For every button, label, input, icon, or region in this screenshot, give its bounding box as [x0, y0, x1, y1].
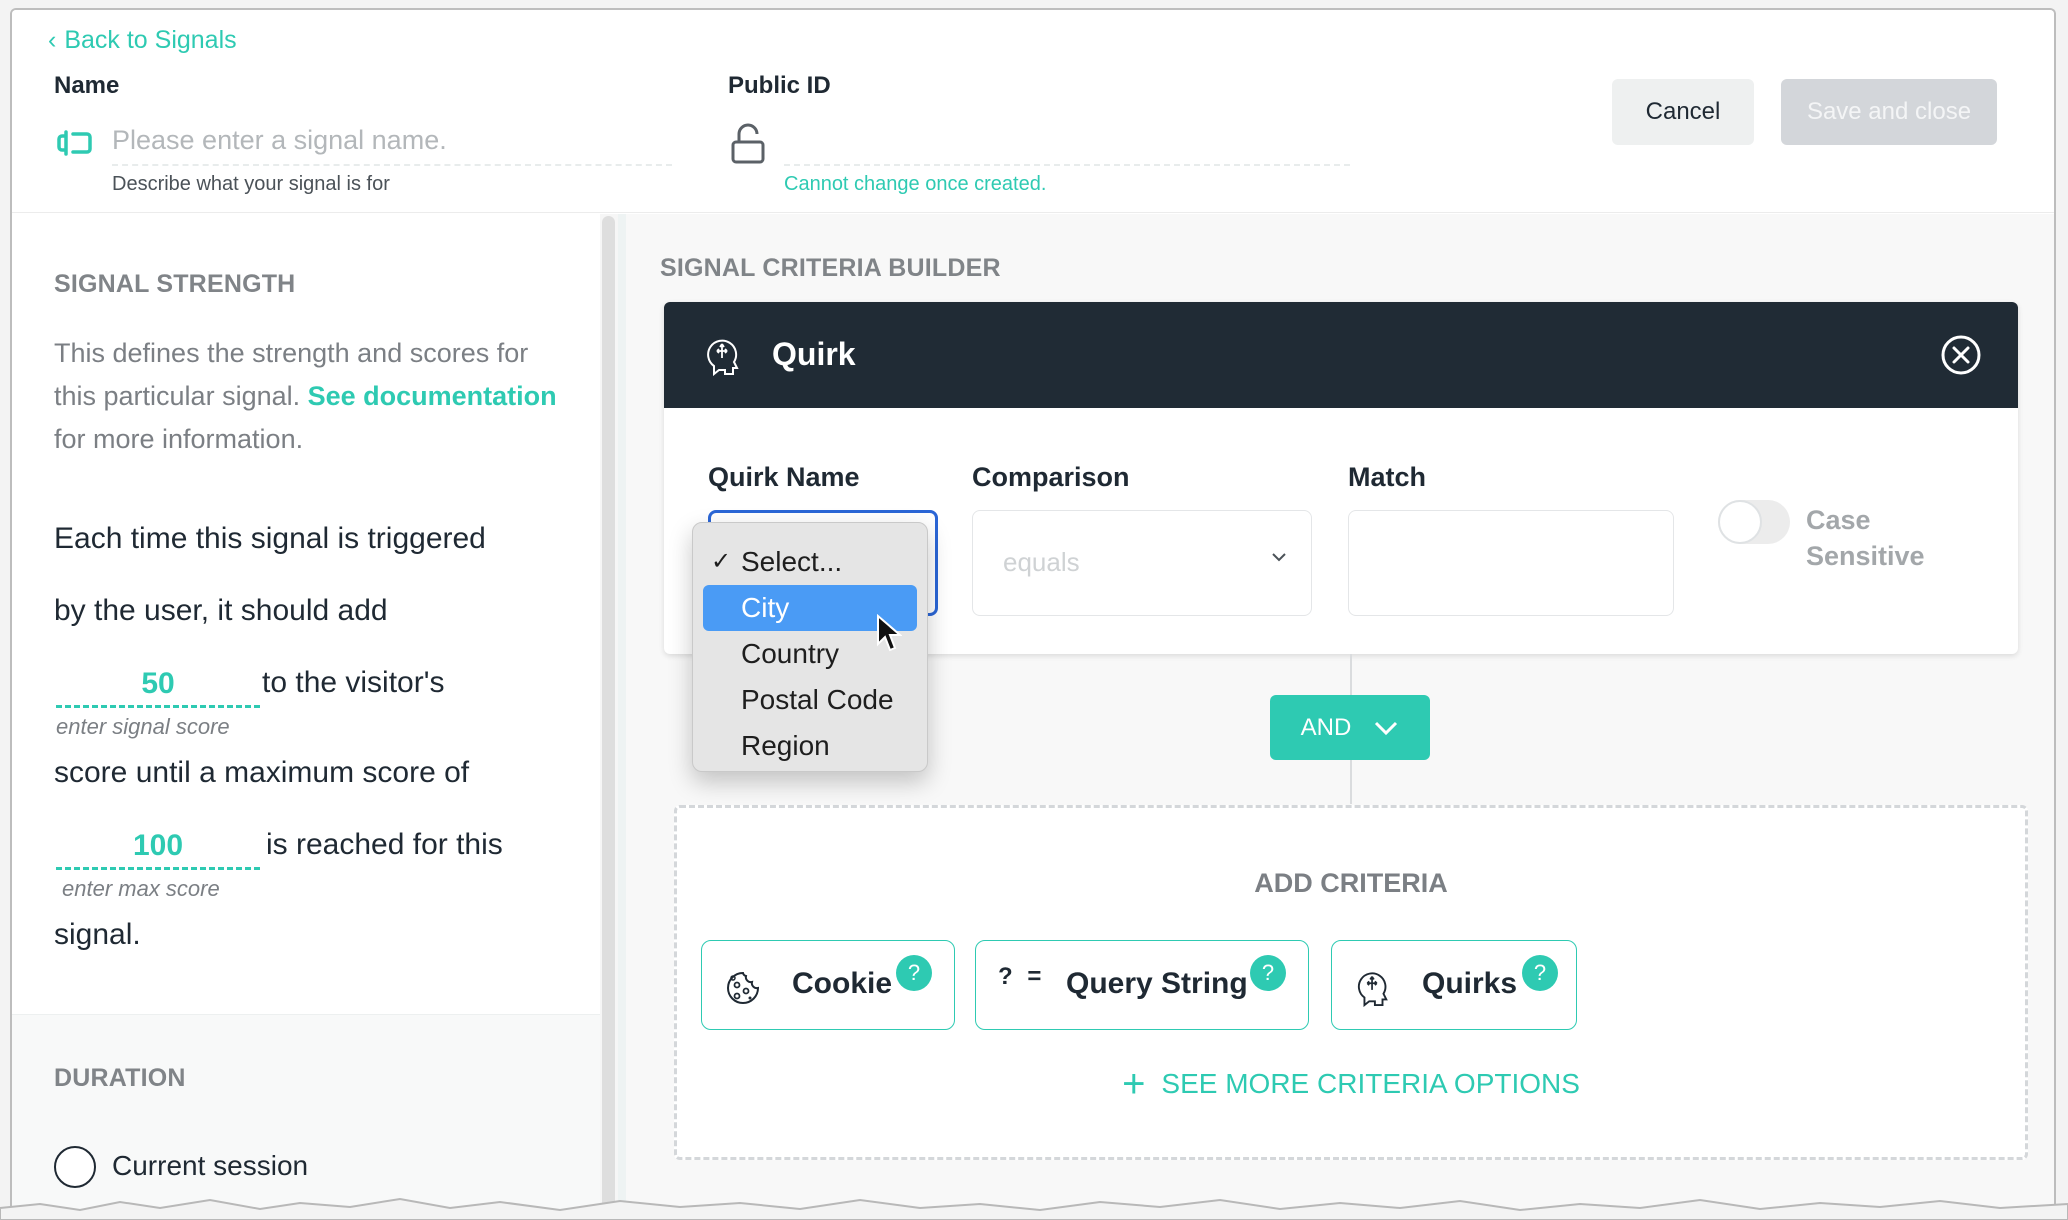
sentence-line-4: score until a maximum score of — [54, 756, 470, 789]
option-label: Country — [741, 638, 840, 669]
panel-divider — [618, 214, 626, 1220]
duration-title: DURATION — [54, 1064, 186, 1092]
editor-header: ‹ Back to Signals Name Describe what you… — [12, 10, 2054, 213]
add-query-string-criteria-button[interactable]: ? = Query String ? — [975, 940, 1309, 1030]
comparison-select[interactable]: equals — [972, 510, 1312, 616]
scrollbar-thumb[interactable] — [602, 216, 615, 1216]
cancel-button[interactable]: Cancel — [1612, 79, 1754, 145]
current-session-label: Current session — [112, 1150, 309, 1181]
cookie-label: Cookie — [792, 967, 893, 1000]
option-label: Select... — [741, 546, 843, 577]
signal-strength-title: SIGNAL STRENGTH — [54, 270, 296, 298]
duration-section — [12, 1014, 600, 1220]
signal-name-input[interactable] — [112, 116, 672, 166]
current-session-radio[interactable] — [54, 1146, 96, 1188]
option-label: Postal Code — [741, 684, 894, 715]
sentence-after-score: to the visitor's — [262, 666, 445, 699]
match-label: Match — [1348, 462, 1427, 492]
torn-edge-decoration — [0, 1197, 2068, 1220]
option-label: Region — [741, 730, 830, 761]
signal-score-caption: enter signal score — [56, 714, 230, 739]
dropdown-option[interactable]: Postal Code — [703, 677, 917, 723]
signal-strength-description: This defines the strength and scores for… — [54, 332, 574, 461]
quirk-card-title: Quirk — [772, 336, 856, 372]
dropdown-option[interactable]: ✓ Select... — [703, 539, 917, 585]
close-circle-icon[interactable] — [1940, 334, 1982, 376]
sentence-line-6: signal. — [54, 918, 141, 951]
signal-tag-icon — [57, 130, 92, 156]
quirk-card-header: Quirk — [664, 302, 2018, 408]
quirk-head-icon — [707, 339, 739, 376]
checkmark-icon: ✓ — [711, 548, 732, 575]
public-id-help-text: Cannot change once created. — [784, 173, 1047, 195]
signal-editor-window: ‹ Back to Signals Name Describe what you… — [10, 8, 2056, 1220]
and-label: AND — [1300, 713, 1352, 741]
add-quirks-criteria-button[interactable]: Quirks ? — [1331, 940, 1577, 1030]
option-label: City — [741, 592, 790, 623]
help-icon[interactable]: ? — [1250, 955, 1286, 991]
quirk-name-label: Quirk Name — [708, 462, 860, 492]
add-criteria-box: ADD CRITERIA Cookie ? ? = Query String ? — [674, 805, 2028, 1160]
desc-suffix: for more information. — [54, 424, 304, 454]
and-operator-button[interactable]: AND — [1270, 695, 1430, 760]
save-and-close-button[interactable]: Save and close — [1781, 79, 1997, 145]
help-icon[interactable]: ? — [896, 955, 932, 991]
plus-icon: + — [1122, 1062, 1146, 1106]
add-criteria-title: ADD CRITERIA — [1254, 868, 1448, 898]
name-label: Name — [54, 72, 120, 99]
dropdown-option[interactable]: Region — [703, 723, 917, 769]
documentation-link[interactable]: See documentation — [308, 381, 557, 411]
unlock-icon[interactable] — [730, 122, 766, 166]
back-link-label: Back to Signals — [64, 26, 237, 54]
case-sensitive-label: Case Sensitive — [1806, 505, 1925, 571]
signal-score-input[interactable] — [56, 662, 260, 708]
help-icon[interactable]: ? — [1522, 955, 1558, 991]
query-string-label: Query String — [1066, 967, 1248, 1000]
chevron-down-icon — [1375, 721, 1398, 735]
query-string-icon: ? = — [998, 963, 1046, 990]
criteria-builder-title: SIGNAL CRITERIA BUILDER — [660, 254, 1001, 282]
public-id-label: Public ID — [728, 72, 831, 99]
match-input[interactable] — [1348, 510, 1674, 616]
chevron-down-icon — [1272, 553, 1286, 562]
case-sensitive-toggle[interactable] — [1718, 500, 1790, 544]
chevron-left-icon: ‹ — [48, 26, 57, 54]
add-cookie-criteria-button[interactable]: Cookie ? — [701, 940, 955, 1030]
quirk-head-icon — [1357, 972, 1388, 1007]
sentence-line-2: by the user, it should add — [54, 594, 388, 627]
cookie-icon — [727, 971, 760, 1004]
toggle-knob — [1718, 500, 1762, 544]
sentence-after-max: is reached for this — [266, 828, 503, 861]
max-score-input[interactable] — [56, 824, 260, 870]
quirks-label: Quirks — [1422, 967, 1518, 1000]
see-more-criteria-link[interactable]: + SEE MORE CRITERIA OPTIONS — [677, 1062, 2025, 1107]
max-score-caption: enter max score — [62, 876, 220, 901]
sentence-line-1: Each time this signal is triggered — [54, 522, 486, 555]
see-more-label: SEE MORE CRITERIA OPTIONS — [1161, 1068, 1580, 1099]
name-help-text: Describe what your signal is for — [112, 173, 390, 195]
public-id-input[interactable] — [784, 116, 1350, 166]
comparison-label: Comparison — [972, 462, 1130, 492]
comparison-value: equals — [1003, 547, 1080, 577]
back-to-signals-link[interactable]: ‹ Back to Signals — [48, 26, 237, 55]
mouse-pointer-icon — [877, 614, 902, 652]
left-panel-scrollbar[interactable] — [600, 214, 618, 1220]
